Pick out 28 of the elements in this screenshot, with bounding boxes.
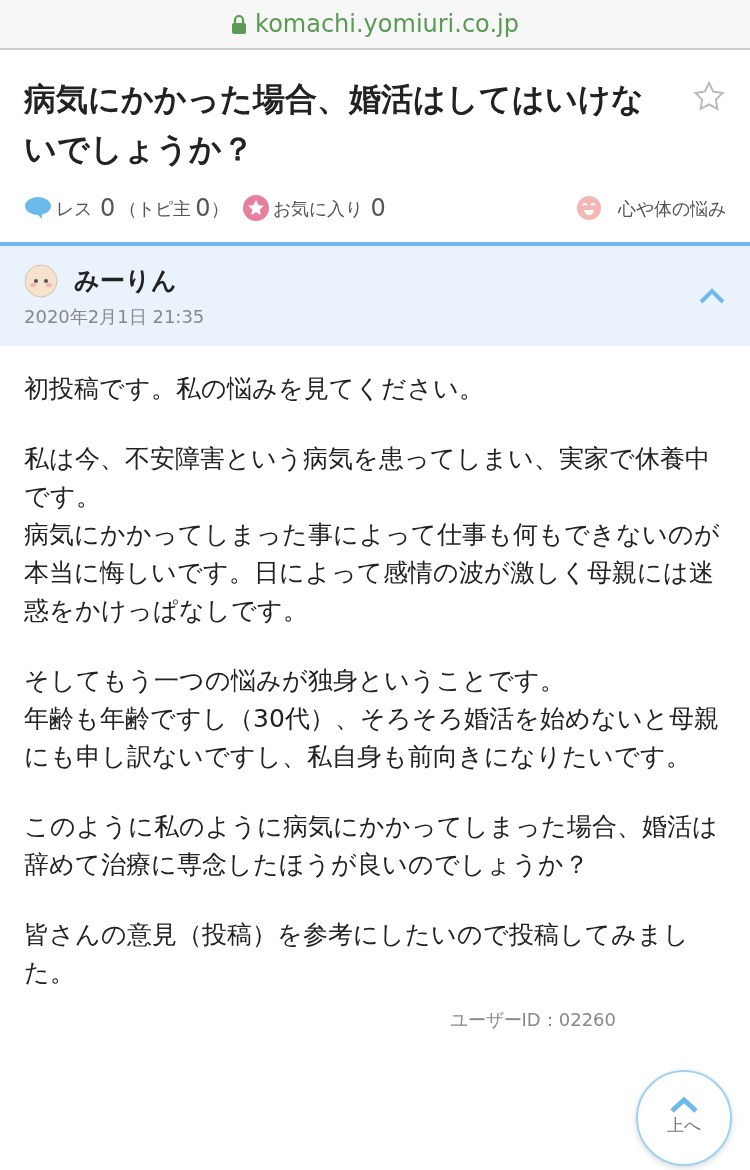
avatar-icon (24, 263, 58, 298)
speech-bubble-icon (24, 196, 52, 220)
user-id: ユーザーID：02260 (449, 1008, 616, 1032)
reply-count: 0 (100, 193, 116, 224)
back-to-top-button[interactable]: 上へ (636, 1070, 732, 1166)
post-text: 皆さんの意見（投稿）を参考にしたいので投稿してみました。 (24, 919, 690, 989)
owner-label: （トピ主 (119, 196, 192, 221)
star-icon[interactable] (692, 80, 726, 114)
post-text: そしてもう一つの悩みが独身ということです。 (24, 665, 566, 697)
star-circle-icon (242, 195, 269, 221)
post-text: 初投稿です。私の悩みを見てください。 (24, 373, 485, 405)
topic-title: 病気にかかった場合、婚活はしてはいけないでしょうか？ (24, 79, 645, 170)
face-icon (576, 195, 602, 221)
favorites-count: 0 (370, 193, 386, 224)
favorites-label: お気に入り (272, 196, 363, 221)
category-link[interactable]: 心や体の悩み (618, 194, 726, 222)
post-text: 私は今、不安障害という病気を患ってしまい、実家で休養中です。 (24, 443, 711, 513)
post-date: 2020年2月1日 21:35 (24, 305, 206, 330)
post-text: 病気にかかってしまった事によって仕事も何もできないのが本当に悔しいです。日によって感情の波が激しく母親には迷惑をかけっぱなしです。 (24, 519, 721, 627)
chevron-icon[interactable] (698, 287, 726, 305)
chevron-up-icon (669, 1097, 699, 1114)
post-text: このように私のように病気にかかってしまった場合、婚活は辞めて治療に専念したほうが良いのでしょうか？ (24, 811, 719, 881)
owner-count: 0 (195, 193, 211, 224)
paren-text: ） (210, 196, 229, 221)
author-name: みーりん (74, 264, 177, 297)
reply-label: レス (56, 196, 92, 221)
lock-icon (231, 14, 248, 34)
post-text: 年齢も年齢ですし（30代）、そろそろ婚活を始めないと母親にも申し訳ないですし、私自身も前向きになりたいです。 (24, 703, 720, 773)
